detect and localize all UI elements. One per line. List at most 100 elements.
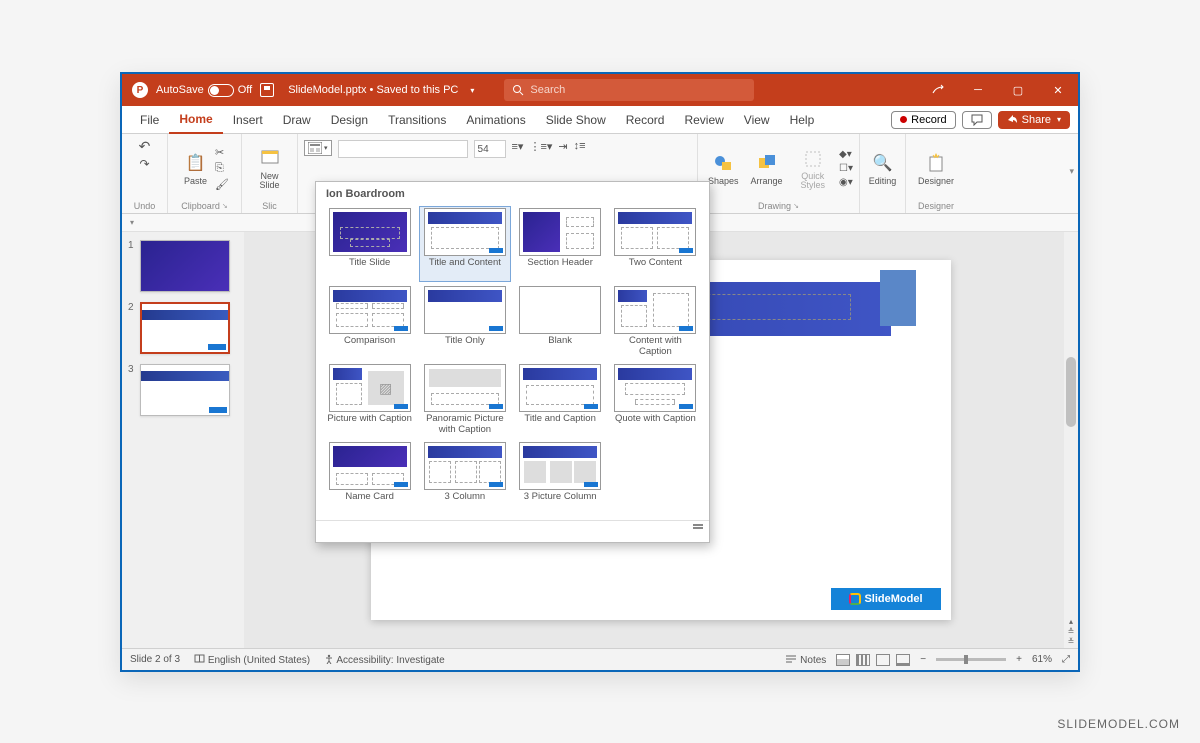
notes-icon (785, 654, 797, 664)
numbering-icon[interactable]: ⋮≡▾ (529, 140, 552, 153)
layout-option[interactable]: Content with Caption (610, 284, 701, 360)
cut-icon[interactable]: ✂ (215, 146, 229, 159)
slide-position[interactable]: Slide 2 of 3 (130, 654, 180, 665)
layout-option[interactable]: Name Card (324, 440, 415, 516)
prev-slide-icon[interactable]: ▴ (1069, 617, 1073, 626)
slide-thumbnail-1[interactable] (140, 240, 230, 292)
status-bar: Slide 2 of 3 English (United States) Acc… (122, 648, 1078, 670)
clipboard-launcher-icon[interactable]: ↘ (222, 202, 228, 210)
layout-label: Title Slide (349, 258, 390, 280)
sorter-view-icon[interactable] (856, 654, 870, 666)
prev-slide-double-icon[interactable]: ≙ (1068, 627, 1075, 636)
layout-option[interactable]: Two Content (610, 206, 701, 282)
menu-bar: File Home Insert Draw Design Transitions… (122, 106, 1078, 134)
layout-label: Section Header (527, 258, 592, 280)
menu-transitions[interactable]: Transitions (378, 106, 456, 134)
layout-thumb (519, 208, 601, 256)
layout-icon (308, 142, 322, 154)
layout-option[interactable]: Quote with Caption (610, 362, 701, 438)
menu-slideshow[interactable]: Slide Show (536, 106, 616, 134)
slideshow-view-icon[interactable] (896, 654, 910, 666)
layout-option[interactable]: Title and Content (419, 206, 510, 282)
menu-review[interactable]: Review (674, 106, 733, 134)
menu-home[interactable]: Home (169, 106, 222, 134)
language-status[interactable]: English (United States) (194, 653, 310, 666)
save-icon[interactable] (260, 83, 274, 97)
font-size-picker[interactable]: 54 (474, 140, 506, 158)
share-button[interactable]: Share▾ (998, 111, 1070, 129)
layout-button[interactable]: ▾ (304, 140, 332, 156)
search-input[interactable]: Search (504, 79, 754, 101)
layout-option[interactable]: 3 Picture Column (515, 440, 606, 516)
arrange-button[interactable]: Arrange (747, 150, 787, 188)
layout-option[interactable]: Title Slide (324, 206, 415, 282)
format-painter-icon[interactable]: 🖌 (215, 178, 229, 191)
gallery-theme-name: Ion Boardroom (316, 182, 709, 202)
zoom-level[interactable]: 61% (1032, 654, 1052, 665)
normal-view-icon[interactable] (836, 654, 850, 666)
chevron-down-icon[interactable]: ▾ (470, 86, 474, 95)
menu-record[interactable]: Record (616, 106, 675, 134)
qat-dropdown-icon[interactable]: ▾ (130, 218, 134, 227)
zoom-in-icon[interactable]: + (1016, 654, 1022, 665)
menu-animations[interactable]: Animations (456, 106, 535, 134)
layout-thumb (424, 286, 506, 334)
designer-button[interactable]: Designer (914, 150, 958, 188)
autosave-toggle[interactable]: AutoSave Off (156, 84, 252, 97)
notes-button[interactable]: Notes (785, 654, 826, 666)
undo-icon[interactable]: ↶ (139, 138, 151, 155)
shape-outline-icon[interactable]: ☐▾ (839, 163, 853, 174)
menu-design[interactable]: Design (321, 106, 378, 134)
zoom-slider[interactable] (936, 658, 1006, 661)
record-button[interactable]: Record (891, 111, 955, 129)
minimize-button[interactable]: ─ (958, 74, 998, 106)
layout-label: Quote with Caption (615, 414, 696, 436)
gallery-resize-handle[interactable] (316, 520, 709, 536)
new-slide-button[interactable]: New Slide (248, 146, 291, 192)
layout-option[interactable]: Section Header (515, 206, 606, 282)
menu-view[interactable]: View (734, 106, 780, 134)
copy-icon[interactable]: ⎘ (215, 162, 229, 175)
layout-thumb (329, 208, 411, 256)
layout-option[interactable]: Title Only (419, 284, 510, 360)
autosave-label: AutoSave (156, 84, 204, 96)
font-picker[interactable] (338, 140, 468, 158)
reading-view-icon[interactable] (876, 654, 890, 666)
redo-icon[interactable]: ↷ (139, 157, 149, 171)
collapse-ribbon-icon[interactable]: ▾ (1069, 166, 1074, 177)
menu-draw[interactable]: Draw (273, 106, 321, 134)
layout-label: Picture with Caption (327, 414, 411, 436)
layout-option[interactable]: Comparison (324, 284, 415, 360)
slide-thumbnail-2[interactable] (140, 302, 230, 354)
accessibility-status[interactable]: Accessibility: Investigate (324, 654, 445, 666)
ribbon-mode-icon[interactable] (918, 74, 958, 106)
layout-option[interactable]: ▨Picture with Caption (324, 362, 415, 438)
fit-to-window-icon[interactable]: ⤢ (1062, 654, 1070, 665)
comments-button[interactable] (962, 111, 992, 129)
layout-label: Comparison (344, 336, 395, 358)
new-slide-icon (259, 148, 281, 170)
drawing-launcher-icon[interactable]: ↘ (793, 202, 799, 210)
editing-button[interactable]: 🔍 Editing (865, 150, 901, 188)
next-slide-double-icon[interactable]: ≚ (1068, 637, 1075, 646)
menu-file[interactable]: File (130, 106, 169, 134)
menu-help[interactable]: Help (780, 106, 825, 134)
layout-option[interactable]: Panoramic Picture with Caption (419, 362, 510, 438)
shape-effects-icon[interactable]: ◉▾ (839, 177, 853, 188)
maximize-button[interactable]: ▢ (998, 74, 1038, 106)
zoom-out-icon[interactable]: − (920, 654, 926, 665)
layout-option[interactable]: Blank (515, 284, 606, 360)
slide-thumbnail-3[interactable] (140, 364, 230, 416)
bullets-icon[interactable]: ≡▾ (512, 140, 524, 153)
line-spacing-icon[interactable]: ↕≡ (574, 140, 586, 152)
layout-option[interactable]: Title and Caption (515, 362, 606, 438)
shape-fill-icon[interactable]: ◆▾ (839, 149, 853, 160)
menu-insert[interactable]: Insert (223, 106, 273, 134)
indent-icon[interactable]: ⇥ (558, 140, 567, 153)
scrollbar-thumb[interactable] (1066, 357, 1076, 427)
close-button[interactable]: ✕ (1038, 74, 1078, 106)
layout-option[interactable]: 3 Column (419, 440, 510, 516)
paste-button[interactable]: 📋 Paste (180, 150, 211, 188)
vertical-scrollbar[interactable]: ▴ ≙ ≚ (1064, 232, 1078, 648)
quick-styles-button[interactable]: Quick Styles (791, 146, 835, 192)
